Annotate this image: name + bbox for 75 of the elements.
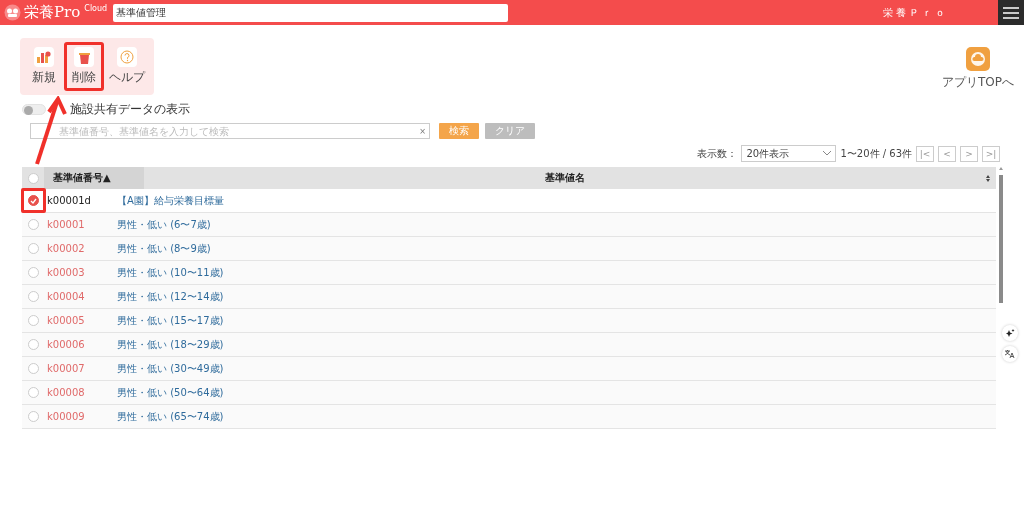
page-button[interactable]: < — [938, 145, 956, 162]
trash-icon — [78, 50, 90, 64]
logo-text: 栄養Pro — [24, 3, 81, 22]
table-row[interactable]: k00003 男性・低い (10〜11歳) — [22, 261, 996, 285]
help-button[interactable]: ヘルプ — [104, 42, 150, 91]
clear-icon[interactable]: × — [419, 126, 426, 136]
number-cell-text: k00004 — [46, 291, 86, 302]
name-link[interactable]: 男性・低い (30〜49歳) — [117, 361, 224, 376]
name-link[interactable]: 男性・低い (15〜17歳) — [117, 313, 224, 328]
cloud-icon — [966, 47, 990, 71]
menu-button[interactable] — [998, 0, 1024, 25]
menu-icon — [1003, 6, 1019, 19]
name-link[interactable]: 男性・低い (12〜14歳) — [117, 289, 224, 304]
page-button[interactable]: > — [960, 145, 978, 162]
toggle-switch[interactable] — [22, 104, 46, 115]
sparkle-icon — [1005, 328, 1015, 338]
new-button[interactable]: 新規 — [24, 42, 64, 91]
table-row[interactable]: k00006 男性・低い (18〜29歳) — [22, 333, 996, 357]
record-range: 1〜20件 / 63件 — [840, 146, 912, 161]
table-row[interactable]: k00001 男性・低い (6〜7歳) — [22, 213, 996, 237]
row-radio[interactable] — [27, 267, 39, 278]
row-radio[interactable] — [27, 411, 39, 422]
name-link[interactable]: 男性・低い (8〜9歳) — [117, 241, 211, 256]
app-name: 栄養Ｐｒｏ — [883, 5, 948, 20]
row-radio[interactable] — [27, 387, 39, 398]
number-cell-text: k00007 — [46, 363, 86, 374]
chevron-icon — [823, 151, 832, 156]
number-cell-text: k00005 — [46, 315, 86, 326]
toggle-label: 施設共有データの表示 — [70, 101, 190, 118]
page-button[interactable]: |< — [916, 145, 934, 162]
table-row[interactable]: k00007 男性・低い (30〜49歳) — [22, 357, 996, 381]
table-row[interactable]: k00001d 【A園】給与栄養目標量 — [22, 189, 996, 213]
row-radio[interactable] — [27, 219, 39, 230]
table-row[interactable]: k00004 男性・低い (12〜14歳) — [22, 285, 996, 309]
sparkle-button[interactable] — [1002, 325, 1018, 341]
name-link[interactable]: 男性・低い (50〜64歳) — [117, 385, 224, 400]
logo-superscript: Cloud — [84, 4, 108, 13]
row-radio[interactable] — [27, 339, 39, 350]
translate-button[interactable] — [1002, 346, 1018, 362]
row-radio[interactable] — [27, 195, 39, 206]
name-link[interactable]: 男性・低い (18〜29歳) — [117, 337, 224, 352]
chart-plus-icon — [37, 51, 51, 63]
row-radio[interactable] — [27, 363, 39, 374]
sort-icon[interactable] — [986, 174, 990, 182]
number-cell-text: k00003 — [46, 267, 86, 278]
table-row[interactable]: k00002 男性・低い (8〜9歳) — [22, 237, 996, 261]
number-cell-text: k00006 — [46, 339, 86, 350]
table-row[interactable]: k00005 男性・低い (15〜17歳) — [22, 309, 996, 333]
select-all-radio[interactable] — [27, 172, 39, 184]
name-link[interactable]: 【A園】給与栄養目標量 — [117, 193, 224, 208]
column-header[interactable]: 基準値番号▲ — [44, 167, 144, 189]
page-size-select[interactable]: 20件表示 — [741, 145, 837, 162]
number-cell-text: k00001d — [46, 195, 92, 206]
page-title: 基準値管理 — [113, 3, 509, 22]
row-radio[interactable] — [27, 315, 39, 326]
page-size-label: 表示数： — [697, 146, 738, 161]
app-top-link[interactable]: アプリTOPへ — [942, 47, 1014, 95]
page-button[interactable]: >| — [982, 145, 1000, 162]
logo-icon — [4, 4, 21, 21]
number-cell-text: k00009 — [46, 411, 86, 422]
help-icon — [120, 50, 134, 64]
name-link[interactable]: 男性・低い (10〜11歳) — [117, 265, 224, 280]
table-row[interactable]: k00009 男性・低い (65〜74歳) — [22, 405, 996, 429]
translate-icon — [1005, 349, 1015, 359]
table-row[interactable]: k00008 男性・低い (50〜64歳) — [22, 381, 996, 405]
name-link[interactable]: 男性・低い (65〜74歳) — [117, 409, 224, 424]
delete-button[interactable]: 削除 — [64, 42, 104, 91]
scroll-up-icon[interactable] — [999, 167, 1003, 170]
number-cell-text: k00002 — [46, 243, 86, 254]
column-header[interactable]: 基準値名 — [144, 171, 986, 185]
row-radio[interactable] — [27, 291, 39, 302]
name-link[interactable]: 男性・低い (6〜7歳) — [117, 217, 211, 232]
number-cell-text: k00008 — [46, 387, 86, 398]
number-cell-text: k00001 — [46, 219, 86, 230]
row-radio[interactable] — [27, 243, 39, 254]
